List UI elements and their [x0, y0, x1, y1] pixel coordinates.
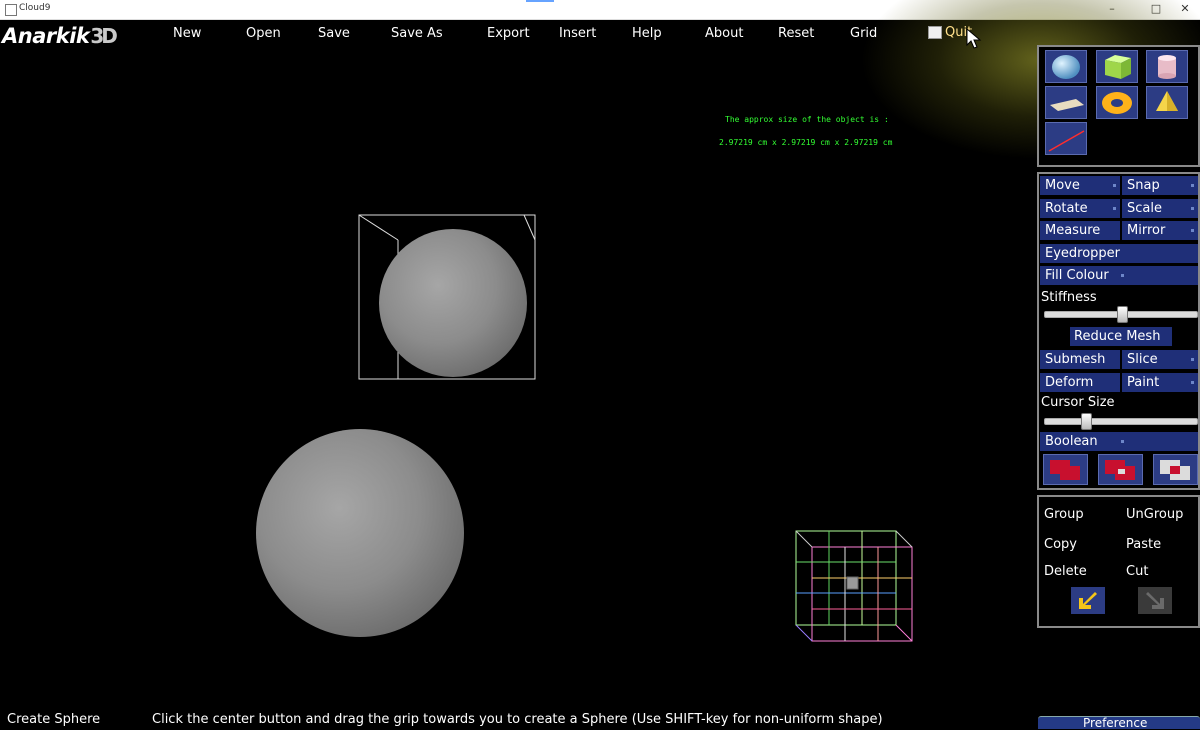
move-label: Move — [1045, 178, 1080, 193]
submesh-button[interactable]: Submesh — [1040, 350, 1120, 369]
boolean-union-button[interactable] — [1043, 454, 1088, 485]
boolean-subtract-icon — [1105, 460, 1135, 480]
delete-button[interactable]: Delete — [1044, 564, 1087, 579]
dropdown-dot-icon — [1191, 207, 1194, 210]
rotate-label: Rotate — [1045, 201, 1088, 216]
eyedropper-label: Eyedropper — [1045, 246, 1121, 261]
cone-icon — [1156, 91, 1178, 111]
cube-button[interactable] — [1096, 50, 1138, 83]
line-button[interactable] — [1045, 122, 1087, 155]
boolean-union-icon — [1050, 460, 1080, 480]
selected-sphere[interactable] — [358, 214, 536, 380]
dropdown-dot-icon — [1191, 381, 1194, 384]
redo-button[interactable] — [1138, 587, 1172, 614]
group-button[interactable]: Group — [1044, 507, 1084, 522]
app-window-icon — [5, 4, 17, 16]
dropdown-dot-icon — [1121, 274, 1124, 277]
cylinder-button[interactable] — [1146, 50, 1188, 83]
ungroup-button[interactable]: UnGroup — [1126, 507, 1183, 522]
reduce-mesh-label: Reduce Mesh — [1074, 329, 1161, 344]
mirror-button[interactable]: Mirror — [1122, 221, 1198, 240]
fill-colour-button[interactable]: Fill Colour — [1040, 266, 1198, 285]
stiffness-label: Stiffness — [1041, 290, 1097, 305]
mirror-label: Mirror — [1127, 223, 1166, 238]
paint-label: Paint — [1127, 375, 1160, 390]
slice-button[interactable]: Slice — [1122, 350, 1198, 369]
dropdown-dot-icon — [1113, 207, 1116, 210]
slice-label: Slice — [1127, 352, 1158, 367]
titlebar-accent — [526, 0, 554, 2]
stiffness-slider[interactable] — [1044, 306, 1198, 323]
deform-button[interactable]: Deform — [1040, 373, 1120, 392]
window-title: Cloud9 — [19, 3, 51, 13]
sphere-button[interactable] — [1045, 50, 1087, 83]
dropdown-dot-icon — [1191, 229, 1194, 232]
dropdown-dot-icon — [1191, 358, 1194, 361]
boolean-button[interactable]: Boolean — [1040, 432, 1198, 451]
cut-button[interactable]: Cut — [1126, 564, 1148, 579]
cone-button[interactable] — [1146, 86, 1188, 119]
boolean-intersect-button[interactable] — [1153, 454, 1198, 485]
dropdown-dot-icon — [1121, 440, 1124, 443]
plane-icon — [1050, 99, 1084, 111]
boolean-intersect-icon — [1160, 460, 1190, 480]
grip-handle[interactable] — [846, 576, 859, 590]
boolean-subtract-button[interactable] — [1098, 454, 1143, 485]
rotate-button[interactable]: Rotate — [1040, 199, 1120, 218]
copy-button[interactable]: Copy — [1044, 537, 1077, 552]
cursor-size-slider[interactable] — [1044, 413, 1198, 430]
scale-label: Scale — [1127, 201, 1162, 216]
redo-arrow-icon — [1146, 592, 1164, 609]
cube-icon — [1105, 55, 1131, 79]
torus-button[interactable] — [1096, 86, 1138, 119]
status-mode: Create Sphere — [7, 712, 101, 727]
preference-button[interactable]: Preference — [1038, 716, 1200, 730]
eyedropper-button[interactable]: Eyedropper — [1040, 244, 1198, 263]
cursor-size-label: Cursor Size — [1041, 395, 1115, 410]
3d-viewport[interactable] — [0, 20, 1035, 690]
reduce-mesh-button[interactable]: Reduce Mesh — [1070, 327, 1172, 346]
undo-arrow-icon — [1079, 592, 1097, 609]
snap-button[interactable]: Snap — [1122, 176, 1198, 195]
fill-colour-label: Fill Colour — [1045, 268, 1109, 283]
app-area: Anarkik 3D New Open Save Save As Export … — [0, 0, 1200, 730]
submesh-label: Submesh — [1045, 352, 1106, 367]
sphere-icon — [1052, 55, 1080, 79]
paste-button[interactable]: Paste — [1126, 537, 1161, 552]
cylinder-icon — [1158, 55, 1176, 79]
boolean-label: Boolean — [1045, 434, 1098, 449]
measure-button[interactable]: Measure — [1040, 221, 1120, 240]
undo-button[interactable] — [1071, 587, 1105, 614]
bounding-box-edge — [358, 214, 399, 241]
sphere-object[interactable] — [256, 429, 464, 637]
dropdown-dot-icon — [1113, 184, 1116, 187]
measure-label: Measure — [1045, 223, 1101, 238]
plane-button[interactable] — [1045, 86, 1087, 119]
stiffness-slider-thumb[interactable] — [1117, 306, 1128, 323]
move-button[interactable]: Move — [1040, 176, 1120, 195]
grip-cube-widget[interactable] — [795, 530, 913, 642]
preference-label: Preference — [1083, 716, 1148, 730]
scale-button[interactable]: Scale — [1122, 199, 1198, 218]
line-icon — [1048, 130, 1085, 152]
bounding-box-edge — [523, 214, 536, 241]
sphere-object-selected[interactable] — [379, 229, 527, 377]
cursor-size-slider-thumb[interactable] — [1081, 413, 1092, 430]
snap-label: Snap — [1127, 178, 1160, 193]
deform-label: Deform — [1045, 375, 1094, 390]
dropdown-dot-icon — [1191, 184, 1194, 187]
status-hint: Click the center button and drag the gri… — [152, 712, 883, 727]
torus-icon — [1102, 92, 1132, 114]
paint-button[interactable]: Paint — [1122, 373, 1198, 392]
